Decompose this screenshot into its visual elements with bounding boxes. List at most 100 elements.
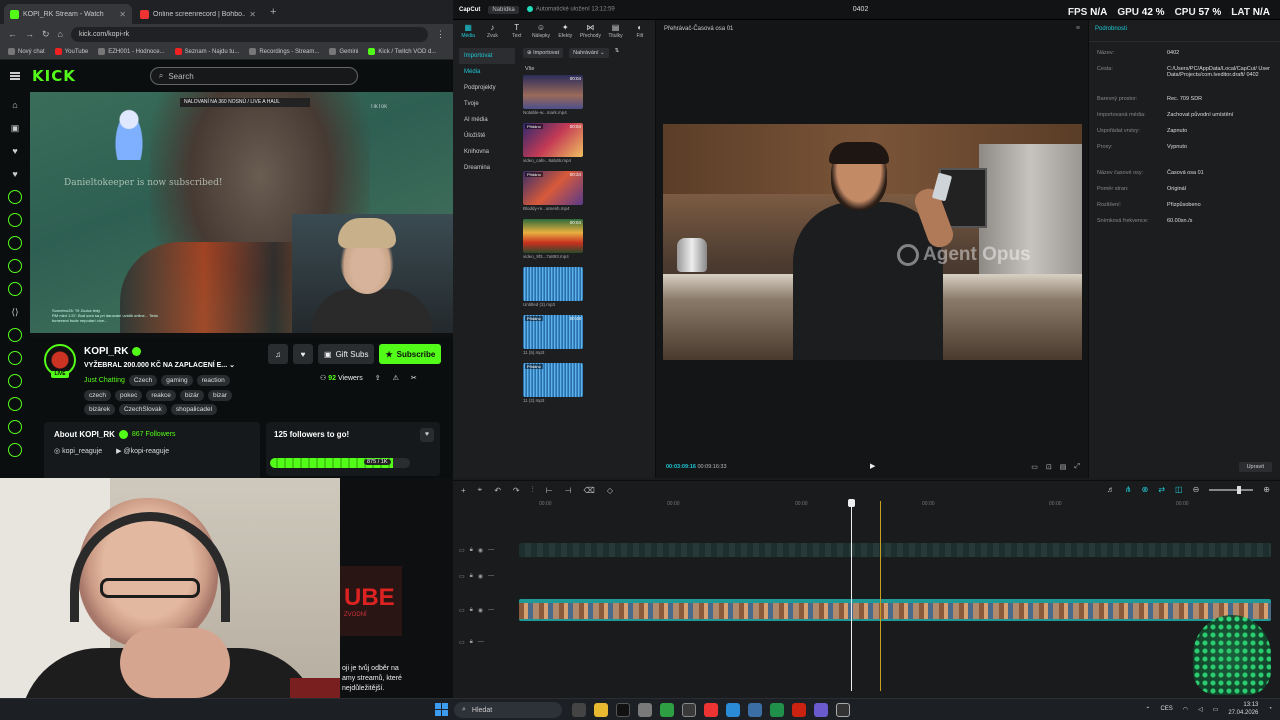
- instagram-link[interactable]: ◎ kopi_reaguje: [54, 447, 102, 455]
- menu-button[interactable]: Nabídka: [488, 5, 519, 14]
- tab-kick[interactable]: KOPI_RK Stream - Watch ✕: [4, 4, 132, 24]
- channel-avatar[interactable]: [8, 213, 22, 227]
- media-item[interactable]: Přidáno 11 (2).mp3: [523, 363, 583, 403]
- tag-chip[interactable]: czech: [84, 390, 111, 401]
- forward-icon[interactable]: →: [25, 29, 34, 39]
- tab-screenrecord[interactable]: Online screenrecord | Bohbo... ✕: [134, 4, 262, 24]
- opera-gx-icon[interactable]: [792, 703, 806, 717]
- lock-icon[interactable]: 🔒︎: [470, 639, 473, 646]
- channel-avatar[interactable]: [8, 351, 22, 365]
- tag-chip[interactable]: bizárek: [84, 404, 115, 415]
- app-icon[interactable]: [682, 703, 696, 717]
- tag-chip[interactable]: reaction: [196, 375, 230, 386]
- edit-button[interactable]: Upravit: [1238, 462, 1272, 472]
- youtube-link[interactable]: ▶ @kopi-reaguje: [116, 447, 169, 455]
- task-view-icon[interactable]: [572, 703, 586, 717]
- mute-icon[interactable]: —: [478, 639, 484, 645]
- lock-icon[interactable]: 🔒︎: [470, 547, 473, 554]
- zoom-in-icon[interactable]: ⊕: [1263, 485, 1270, 494]
- new-tab-icon[interactable]: +: [264, 6, 282, 18]
- split-right-icon[interactable]: ⊣: [565, 486, 572, 495]
- start-icon[interactable]: [435, 703, 448, 716]
- timeline-video-clip[interactable]: [519, 599, 1271, 621]
- clip-icon[interactable]: ✂: [411, 374, 417, 382]
- channel-avatar[interactable]: [8, 374, 22, 388]
- search-input[interactable]: ⌕ Search: [149, 67, 358, 85]
- filter-icon[interactable]: ⇅: [615, 48, 620, 58]
- file-explorer-icon[interactable]: [594, 703, 608, 717]
- import-button[interactable]: ⊕ Importovat: [523, 48, 564, 58]
- player-menu-icon[interactable]: ≡: [1076, 25, 1080, 32]
- category-link[interactable]: Just Chatting: [84, 377, 125, 384]
- battery-icon[interactable]: ▭: [1213, 706, 1219, 713]
- chevron-down-icon[interactable]: ⌄: [229, 362, 235, 369]
- xbox-icon[interactable]: [660, 703, 674, 717]
- wifi-icon[interactable]: ◠: [1183, 706, 1188, 713]
- close-tab-icon[interactable]: ✕: [249, 10, 256, 19]
- fit-icon[interactable]: ⊡: [1046, 463, 1052, 471]
- play-button[interactable]: ▶: [870, 462, 875, 470]
- preview-frame[interactable]: Agent Opus: [663, 124, 1082, 360]
- opera-icon[interactable]: [704, 703, 718, 717]
- magnet-icon[interactable]: ⋔: [1125, 485, 1132, 494]
- select-tool-icon[interactable]: ⌖: [478, 485, 483, 495]
- timeline-clip[interactable]: [519, 543, 1271, 557]
- subscribe-button[interactable]: ★ Subscribe: [379, 344, 442, 364]
- tag-chip[interactable]: bizar: [207, 390, 233, 401]
- clock[interactable]: 13:13 27.04.2026: [1228, 701, 1258, 717]
- mute-icon[interactable]: —: [488, 547, 494, 553]
- tab-audio[interactable]: ♪ Zvuk: [483, 22, 501, 40]
- channel-avatar[interactable]: [8, 282, 22, 296]
- quality-icon[interactable]: ▤: [1060, 463, 1067, 471]
- tab-stickers[interactable]: ☺ Nálepky: [532, 22, 550, 40]
- tab-transitions[interactable]: ⋈ Přechody: [580, 22, 601, 40]
- menu-icon[interactable]: [10, 72, 20, 80]
- stream-video-player[interactable]: NALOVANÍ NA 360 NOSNÚ / LIVE A HAUL Dani…: [30, 92, 453, 333]
- bookmark-item[interactable]: Gemini: [329, 48, 358, 55]
- add-track-icon[interactable]: +: [461, 486, 466, 495]
- nav-ai-media[interactable]: AI média: [459, 112, 515, 128]
- redo-icon[interactable]: ↷: [513, 486, 520, 495]
- channel-avatar[interactable]: [8, 190, 22, 204]
- link-icon[interactable]: ⊗: [1142, 485, 1149, 494]
- media-item[interactable]: 00:04 Notable-w...mark.mp4: [523, 75, 583, 115]
- mute-icon[interactable]: —: [488, 607, 494, 613]
- volume-icon[interactable]: ◁: [1198, 706, 1203, 713]
- heart-icon[interactable]: ♥: [12, 167, 17, 181]
- nav-yours[interactable]: Tvoje: [459, 96, 515, 112]
- tab-text[interactable]: T Text: [508, 22, 526, 40]
- edge-icon[interactable]: [726, 703, 740, 717]
- back-icon[interactable]: ←: [8, 29, 17, 39]
- media-item[interactable]: Přidáno 00:04 video_cafe...9abd6.mp4: [523, 123, 583, 163]
- aspect-ratio-icon[interactable]: ▭: [1031, 463, 1038, 471]
- bookmark-item[interactable]: Seznam - Najdu tu...: [174, 48, 239, 55]
- channel-avatar[interactable]: [8, 259, 22, 273]
- nav-storage[interactable]: Úložiště: [459, 128, 515, 144]
- channel-avatar[interactable]: [8, 328, 22, 342]
- gift-subs-button[interactable]: ▣ Gift Subs: [318, 344, 375, 364]
- record-audio-icon[interactable]: ♬: [1107, 485, 1115, 494]
- shield-icon[interactable]: ◇: [607, 486, 613, 495]
- bookmark-item[interactable]: Recordings - Stream...: [249, 48, 319, 55]
- preview-axis-icon[interactable]: ◫: [1175, 485, 1183, 494]
- tag-chip[interactable]: Czech: [128, 375, 158, 386]
- language-indicator[interactable]: CES: [1160, 706, 1172, 712]
- excel-icon[interactable]: [770, 703, 784, 717]
- snap-icon[interactable]: ⇄: [1158, 485, 1165, 494]
- streamer-name[interactable]: KOPI_RK: [84, 346, 142, 357]
- tag-chip[interactable]: bizár: [179, 390, 204, 401]
- eye-icon[interactable]: ◉: [478, 547, 483, 554]
- channel-avatar[interactable]: [8, 443, 22, 457]
- media-item[interactable]: Untitled (3).mp3: [523, 267, 583, 307]
- channel-avatar[interactable]: [8, 397, 22, 411]
- chevron-up-icon[interactable]: ⌃: [1145, 706, 1150, 713]
- zoom-out-icon[interactable]: ⊖: [1193, 485, 1200, 494]
- mute-icon[interactable]: —: [488, 573, 494, 579]
- notifications-icon[interactable]: ◔: [1268, 706, 1272, 712]
- nav-media[interactable]: Média: [459, 64, 515, 80]
- tab-effects[interactable]: ✦ Efekty: [556, 22, 574, 40]
- settings-icon[interactable]: [638, 703, 652, 717]
- notifications-button[interactable]: ♫: [268, 344, 288, 364]
- address-bar[interactable]: kick.com/kopi-rk: [70, 26, 428, 42]
- share-icon[interactable]: ⇪: [375, 374, 381, 382]
